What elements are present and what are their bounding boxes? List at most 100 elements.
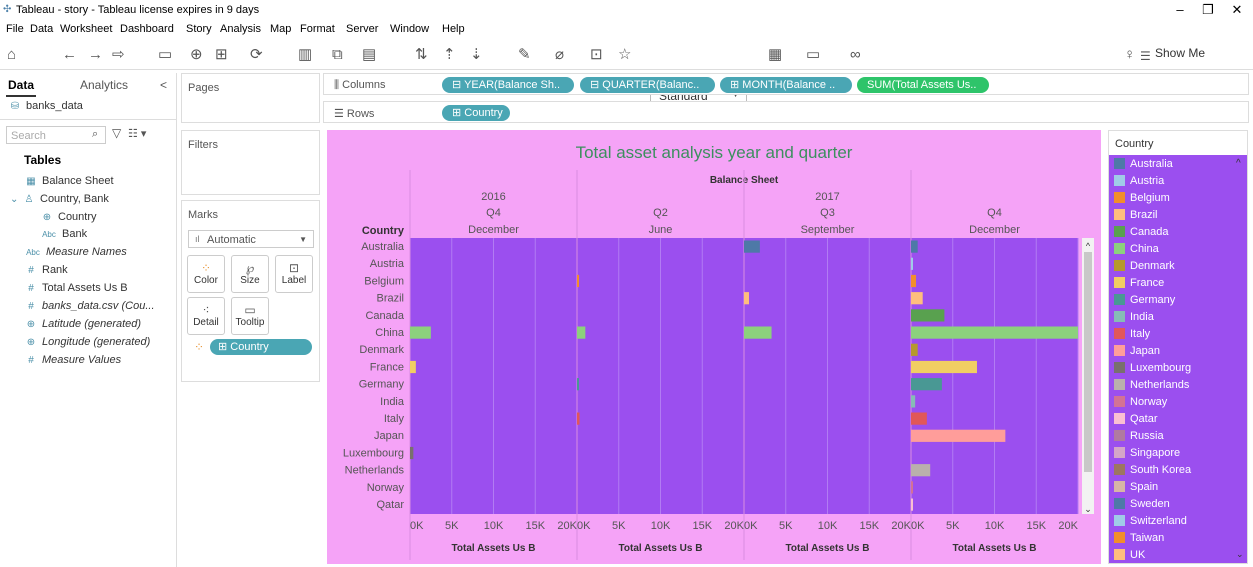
- color-button[interactable]: ⁘ Color: [187, 255, 225, 293]
- search-input[interactable]: Search: [6, 126, 106, 144]
- field-rank[interactable]: # Rank: [24, 264, 67, 276]
- field-latitude[interactable]: ⊕ Latitude (generated): [24, 318, 141, 330]
- legend-item[interactable]: South Korea: [1114, 464, 1234, 479]
- legend-item[interactable]: Denmark: [1114, 260, 1234, 275]
- show-mark-labels-icon[interactable]: ⊡: [590, 46, 603, 64]
- swap-rows-columns-icon[interactable]: ⇅: [415, 46, 428, 64]
- label-button[interactable]: ⊡ Label: [275, 255, 313, 293]
- legend-item[interactable]: UK: [1114, 549, 1234, 563]
- restore-button[interactable]: ❐: [1196, 2, 1220, 18]
- home-icon[interactable]: ⌂: [7, 46, 16, 64]
- field-balance-sheet[interactable]: ▦ Balance Sheet: [24, 175, 113, 187]
- duplicate-sheet-icon[interactable]: ⧉: [332, 46, 343, 64]
- legend-item[interactable]: China: [1114, 243, 1234, 258]
- mark-type-select[interactable]: ıl Automatic ▼: [188, 230, 314, 248]
- legend-item[interactable]: Taiwan: [1114, 532, 1234, 547]
- legend-item[interactable]: Switzerland: [1114, 515, 1234, 530]
- legend-item[interactable]: Japan: [1114, 345, 1234, 360]
- menu-analysis[interactable]: Analysis: [220, 23, 261, 35]
- legend-item[interactable]: Qatar: [1114, 413, 1234, 428]
- legend-item[interactable]: Germany: [1114, 294, 1234, 309]
- sum-total-assets-pill[interactable]: SUM(Total Assets Us..: [857, 77, 989, 93]
- menu-server[interactable]: Server: [346, 23, 378, 35]
- legend-item[interactable]: India: [1114, 311, 1234, 326]
- forward-icon[interactable]: →: [88, 46, 103, 64]
- legend-item[interactable]: France: [1114, 277, 1234, 292]
- new-worksheet-icon[interactable]: ▥: [298, 46, 312, 64]
- legend-scroll-up-icon[interactable]: ^: [1236, 158, 1241, 169]
- sort-ascending-icon[interactable]: ⇡: [443, 46, 456, 64]
- legend-item[interactable]: Spain: [1114, 481, 1234, 496]
- tooltip-button[interactable]: ▭ Tooltip: [231, 297, 269, 335]
- bar-chart[interactable]: Total asset analysis year and quarterBal…: [327, 130, 1101, 564]
- filters-card[interactable]: Filters: [181, 130, 320, 195]
- new-datasource-icon[interactable]: ⊕: [190, 46, 203, 64]
- refresh-icon[interactable]: ⟳: [250, 46, 263, 64]
- legend-list[interactable]: Australia Austria Belgium Brazil Canada China…: [1109, 155, 1247, 563]
- search-icon[interactable]: ⌕: [92, 128, 98, 141]
- menu-map[interactable]: Map: [270, 23, 291, 35]
- menu-help[interactable]: Help: [442, 23, 465, 35]
- close-button[interactable]: ✕: [1225, 2, 1249, 18]
- tab-data[interactable]: Data: [8, 78, 34, 92]
- country-row-pill[interactable]: ⊞ Country: [442, 105, 510, 121]
- view-options-icon[interactable]: ☷ ▾: [128, 127, 146, 140]
- legend-scroll-down-icon[interactable]: ⌄: [1236, 549, 1244, 560]
- legend-item[interactable]: Italy: [1114, 328, 1234, 343]
- detail-button[interactable]: ⁖ Detail: [187, 297, 225, 335]
- show-me-icon[interactable]: ☰: [1140, 47, 1151, 65]
- show-cards-icon[interactable]: ▦: [768, 46, 782, 64]
- share-icon[interactable]: ∞: [850, 46, 861, 64]
- menu-file[interactable]: File: [6, 23, 24, 35]
- fix-axes-icon[interactable]: ☆: [618, 46, 631, 64]
- menu-dashboard[interactable]: Dashboard: [120, 23, 174, 35]
- month-pill[interactable]: ⊞ MONTH(Balance ..: [720, 77, 852, 93]
- chart-area[interactable]: Total asset analysis year and quarter Bal…: [327, 130, 1101, 564]
- clear-sheet-icon[interactable]: ▤: [362, 46, 376, 64]
- presentation-mode-icon[interactable]: ▭: [806, 46, 820, 64]
- tab-analytics[interactable]: Analytics: [80, 78, 128, 92]
- legend-item[interactable]: Austria: [1114, 175, 1234, 190]
- menu-data[interactable]: Data: [30, 23, 53, 35]
- legend-item[interactable]: Australia: [1114, 158, 1234, 173]
- field-country[interactable]: ⊕ Country: [40, 211, 97, 223]
- legend-item[interactable]: Singapore: [1114, 447, 1234, 462]
- menu-worksheet[interactable]: Worksheet: [60, 23, 112, 35]
- lightbulb-icon[interactable]: ♀: [1124, 46, 1135, 64]
- legend-item[interactable]: Russia: [1114, 430, 1234, 445]
- legend-item[interactable]: Norway: [1114, 396, 1234, 411]
- field-country-bank[interactable]: ⌄ ♙ Country, Bank: [10, 193, 109, 205]
- field-banks-data-count[interactable]: # banks_data.csv (Cou...: [24, 300, 154, 312]
- legend-item[interactable]: Canada: [1114, 226, 1234, 241]
- legend-item[interactable]: Netherlands: [1114, 379, 1234, 394]
- save-icon[interactable]: ▭: [158, 46, 172, 64]
- size-button[interactable]: ℘ Size: [231, 255, 269, 293]
- minimize-button[interactable]: –: [1168, 2, 1192, 18]
- highlight-icon[interactable]: ✎: [518, 46, 531, 64]
- menu-story[interactable]: Story: [186, 23, 212, 35]
- field-measure-names[interactable]: Abc Measure Names: [24, 246, 127, 258]
- field-measure-values[interactable]: # Measure Values: [24, 354, 121, 366]
- sort-descending-icon[interactable]: ⇣: [470, 46, 483, 64]
- quarter-pill[interactable]: ⊟ QUARTER(Balanc..: [580, 77, 715, 93]
- filter-icon[interactable]: ▽: [112, 126, 121, 140]
- legend-item[interactable]: Brazil: [1114, 209, 1234, 224]
- back-icon[interactable]: ←: [62, 46, 77, 64]
- legend-item[interactable]: Belgium: [1114, 192, 1234, 207]
- field-bank[interactable]: Abc Bank: [40, 228, 87, 240]
- legend-item[interactable]: Luxembourg: [1114, 362, 1234, 377]
- legend-item[interactable]: Sweden: [1114, 498, 1234, 513]
- group-members-icon[interactable]: ⌀: [555, 46, 564, 64]
- pause-updates-icon[interactable]: ⊞: [215, 46, 228, 64]
- collapse-pane-button[interactable]: <: [160, 78, 167, 92]
- show-me-button[interactable]: Show Me: [1155, 46, 1205, 60]
- year-pill[interactable]: ⊟ YEAR(Balance Sh..: [442, 77, 574, 93]
- redo-icon[interactable]: ⇨: [112, 46, 125, 64]
- menu-window[interactable]: Window: [390, 23, 429, 35]
- datasource-item[interactable]: ⛁ banks_data: [8, 100, 83, 112]
- country-color-pill[interactable]: ⊞ Country: [210, 339, 312, 355]
- field-total-assets[interactable]: # Total Assets Us B: [24, 282, 127, 294]
- menu-format[interactable]: Format: [300, 23, 335, 35]
- field-longitude[interactable]: ⊕ Longitude (generated): [24, 336, 150, 348]
- pages-card[interactable]: Pages: [181, 73, 320, 123]
